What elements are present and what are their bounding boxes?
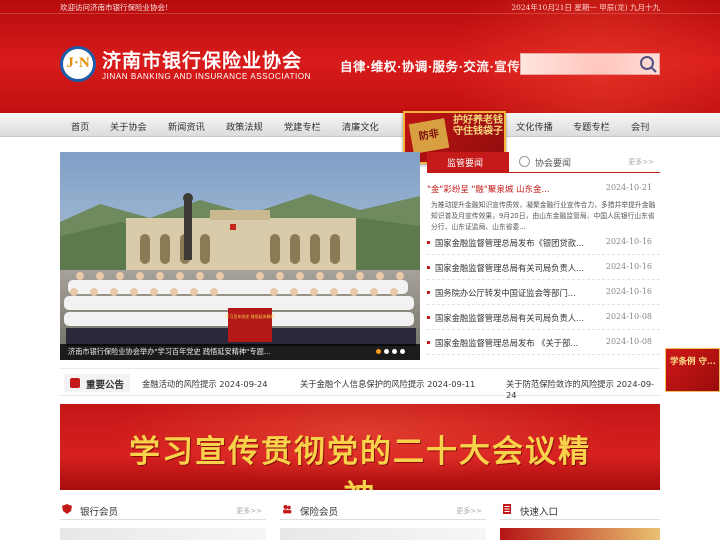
slogan: 自律·维权·协调·服务·交流·宣传 — [340, 59, 521, 74]
news-more-link[interactable]: 更多>> — [628, 157, 654, 167]
nav-policy[interactable]: 政策法规 — [226, 119, 263, 133]
news-date: 2024-10-08 — [605, 312, 652, 321]
section-header: 快速入口 — [500, 500, 660, 520]
insurance-members-section: 保险会员 更多>> — [280, 500, 486, 540]
slider-dot[interactable] — [392, 349, 397, 354]
bank-members-section: 银行会员 更多>> — [60, 500, 266, 540]
quick-entry-section: 快速入口 — [500, 500, 660, 540]
theme-banner-text: 学习宣传贯彻党的二十大会议精神 — [129, 434, 591, 490]
section-more-link[interactable]: 更多>> — [456, 506, 482, 516]
nav-party[interactable]: 党建专栏 — [284, 119, 321, 133]
news-panel: 监管要闻 协会要闻 更多>> "金"彩纷呈 "融"聚泉城 山东金... 2024… — [427, 152, 660, 360]
promo-right: 护好养老钱 守住钱袋子 — [453, 115, 503, 137]
news-title[interactable]: 国家金融监督管理总局有关司局负责人... — [435, 312, 584, 324]
logo-icon[interactable]: J·N — [60, 46, 96, 82]
announcement-item[interactable]: 关于金融个人信息保护的风险提示 2024-09-11 — [300, 378, 475, 390]
section-content — [500, 528, 660, 540]
news-date: 2024-10-16 — [605, 287, 652, 296]
nav-journal[interactable]: 会刊 — [631, 119, 649, 133]
tab-divider — [427, 172, 660, 173]
nav-about[interactable]: 关于协会 — [110, 119, 147, 133]
news-title[interactable]: 国家金融监督管理总局发布《银团贷款... — [435, 237, 584, 249]
featured-news-title[interactable]: "金"彩纷呈 "融"聚泉城 山东金... — [427, 183, 550, 195]
logo-mark-text: J·N — [66, 55, 90, 71]
date-text: 2024年10月21日 星期一 甲辰(龙) 九月十九 — [511, 3, 660, 12]
side-float-banner[interactable]: 学条例 守... — [665, 348, 720, 392]
tab-association-news[interactable]: 协会要闻 — [535, 156, 571, 169]
nav-culture[interactable]: 文化传播 — [516, 119, 553, 133]
search-box — [520, 53, 660, 75]
bullet-icon — [427, 266, 430, 269]
slider-banner-text: 学习百年党史 践悟延安精神 — [225, 313, 274, 319]
people-icon — [283, 505, 292, 514]
top-bar: 欢迎访问济南市银行保险业协会! 2024年10月21日 星期一 甲辰(龙) 九月… — [0, 0, 720, 14]
nav-special[interactable]: 专题专栏 — [573, 119, 610, 133]
news-title[interactable]: 国家金融监督管理总局有关司局负责人... — [435, 262, 584, 274]
announcement-icon — [70, 378, 80, 388]
section-title: 快速入口 — [520, 507, 559, 518]
announcement-label: 重要公告 — [86, 380, 125, 391]
section-header: 保险会员 更多>> — [280, 500, 486, 520]
section-title: 银行会员 — [80, 507, 119, 518]
nav-news[interactable]: 新闻资讯 — [168, 119, 205, 133]
section-content — [280, 528, 486, 540]
slider-dot[interactable] — [376, 349, 381, 354]
promo-left: 防非 — [408, 118, 450, 154]
slider-dot[interactable] — [400, 349, 405, 354]
site-header: 欢迎访问济南市银行保险业协会! 2024年10月21日 星期一 甲辰(龙) 九月… — [0, 0, 720, 113]
news-date: 2024-10-16 — [605, 237, 652, 246]
section-content — [60, 528, 266, 540]
welcome-text: 欢迎访问济南市银行保险业协会! — [60, 3, 169, 12]
featured-news-summary: 为推动提升金融知识宣传质效，凝聚金融行业宣传合力，多措并举提升金融知识普及月宣传… — [431, 201, 656, 231]
news-date: 2024-10-16 — [605, 262, 652, 271]
site-title[interactable]: 济南市银行保险业协会 — [102, 46, 302, 73]
slider-photo: 学习百年党史 践悟延安精神 — [60, 152, 420, 360]
slider-caption-bar: 济南市银行保险业协会举办"学习百年党史 践悟延安精神"专题... — [60, 344, 420, 360]
side-float-text: 学条例 守... — [670, 357, 716, 367]
announcement-item[interactable]: 金融活动的风险提示 2024-09-24 — [142, 378, 268, 390]
main-nav: 首页 关于协会 新闻资讯 政策法规 党建专栏 清廉文化 文化传播 专题专栏 会刊 — [0, 113, 720, 137]
nav-home[interactable]: 首页 — [71, 119, 89, 133]
news-date: 2024-10-08 — [605, 337, 652, 346]
announcement-item[interactable]: 关于防范保险敛诈的风险提示 2024-09-24 — [506, 378, 660, 400]
news-title[interactable]: 国务院办公厅转发中国证监会等部门... — [435, 287, 576, 299]
news-row[interactable]: 国家金融监督管理总局发布 《关于部... 2024-10-08 — [427, 333, 660, 355]
slider-caption[interactable]: 济南市银行保险业协会举办"学习百年党史 践悟延安精神"专题... — [68, 347, 271, 357]
section-header: 银行会员 更多>> — [60, 500, 266, 520]
section-title: 保险会员 — [300, 507, 339, 518]
featured-news-date: 2024-10-21 — [605, 183, 652, 192]
slider-dot[interactable] — [384, 349, 389, 354]
bullet-icon — [427, 316, 430, 319]
tab-regulatory-news[interactable]: 监管要闻 — [427, 152, 509, 172]
shield-icon — [62, 504, 72, 514]
announcement-label-box: 重要公告 — [64, 374, 130, 392]
news-row[interactable]: 国务院办公厅转发中国证监会等部门... 2024-10-16 — [427, 283, 660, 305]
clock-icon — [519, 156, 530, 167]
nav-clean-culture[interactable]: 清廉文化 — [342, 119, 379, 133]
site-title-en: JINAN BANKING AND INSURANCE ASSOCIATION — [102, 72, 312, 81]
news-row[interactable]: 国家金融监督管理总局发布《银团贷款... 2024-10-16 — [427, 233, 660, 255]
search-input[interactable] — [523, 55, 633, 73]
tab-regulatory-label: 监管要闻 — [447, 159, 484, 169]
section-more-link[interactable]: 更多>> — [236, 506, 262, 516]
news-title[interactable]: 国家金融监督管理总局发布 《关于部... — [435, 337, 578, 349]
bullet-icon — [427, 241, 430, 244]
bullet-icon — [427, 341, 430, 344]
bullet-icon — [427, 291, 430, 294]
theme-banner[interactable]: 学习宣传贯彻党的二十大会议精神 — [60, 404, 660, 490]
search-icon[interactable] — [638, 55, 658, 73]
news-slider[interactable]: 学习百年党史 践悟延安精神 济南市银行保险业协会举办"学习百年党史 践悟延安精神… — [60, 152, 420, 360]
featured-title-text: "金"彩纷呈 "融"聚泉城 山东金... — [427, 185, 550, 195]
document-icon — [503, 504, 511, 514]
announcement-bar: 重要公告 金融活动的风险提示 2024-09-24 关于金融个人信息保护的风险提… — [60, 368, 660, 400]
news-row[interactable]: 国家金融监督管理总局有关司局负责人... 2024-10-16 — [427, 258, 660, 280]
news-row[interactable]: 国家金融监督管理总局有关司局负责人... 2024-10-08 — [427, 308, 660, 330]
